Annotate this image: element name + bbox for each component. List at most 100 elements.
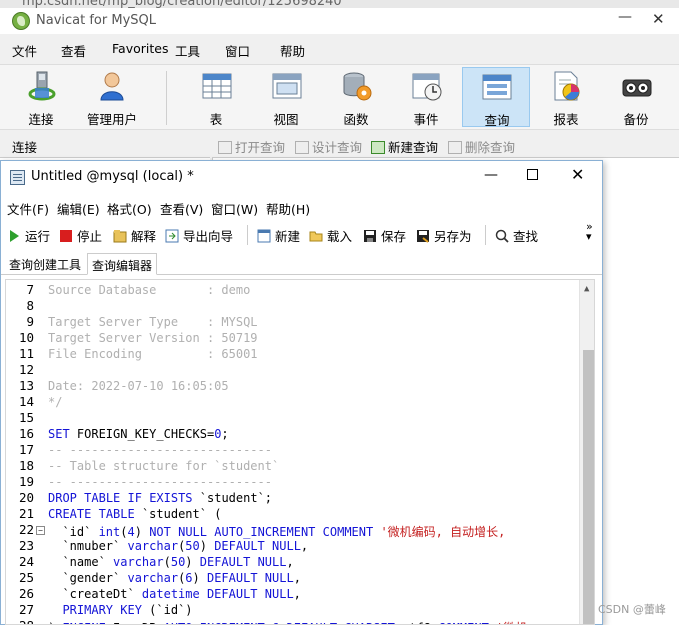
line-number: 28 — [6, 618, 34, 624]
query-menu-help[interactable]: 帮助(H) — [266, 199, 310, 218]
save-label: 保存 — [381, 229, 407, 244]
query-menu-format[interactable]: 格式(O) — [107, 199, 152, 218]
browser-url-strip: mp.csdn.net/mp_blog/creation/editor/1256… — [0, 0, 679, 8]
find-button[interactable]: 查找 — [495, 226, 538, 245]
new-button[interactable]: 新建 — [257, 226, 300, 245]
main-window-title: Navicat for MySQL — [36, 13, 156, 28]
folder-icon — [309, 231, 323, 242]
main-close-button[interactable]: ✕ — [652, 10, 665, 28]
query-window: Untitled @mysql (local) * — ✕ 文件(F) 编辑(E… — [0, 160, 603, 625]
line-number: 15 — [18, 410, 34, 425]
user-icon — [100, 72, 124, 101]
export-wizard-label: 导出向导 — [183, 229, 234, 244]
line-number: 9 — [26, 314, 34, 329]
query-minimize-button[interactable]: — — [484, 167, 498, 183]
main-toolbar: 连接 管理用户 表 视图 函数 事件 查询 报表 备份 — [0, 64, 679, 130]
new-query-icon — [371, 141, 385, 154]
run-icon — [10, 230, 19, 242]
code-line: CREATE TABLE `student` ( — [48, 507, 222, 521]
query-window-title: Untitled @mysql (local) * — [31, 169, 194, 184]
new-query-button[interactable]: 新建查询 — [371, 137, 438, 156]
code-line: `name` varchar(50) DEFAULT NULL, — [48, 555, 294, 569]
toolbar-table-button[interactable]: 表 — [183, 67, 249, 127]
csdn-watermark: CSDN @蕾峰 — [598, 603, 666, 616]
code-line: Date: 2022-07-10 16:05:05 — [48, 379, 229, 393]
query-menu-file[interactable]: 文件(F) — [7, 199, 49, 218]
query-toolbar: 运行 停止 解释 导出向导 新建 载入 保存 另存为 查找 » ▾ — [1, 221, 602, 247]
toolbar-backup-button[interactable]: 备份 — [603, 67, 669, 127]
toolbar-manage-users-button[interactable]: 管理用户 — [78, 67, 146, 127]
toolbar-query-button[interactable]: 查询 — [462, 67, 530, 128]
code-line: SET FOREIGN_KEY_CHECKS=0; — [48, 427, 229, 441]
toolbar-separator — [485, 225, 486, 245]
code-line: File Encoding : 65001 — [48, 347, 258, 361]
line-number: 16 — [18, 426, 34, 441]
fold-toggle-icon[interactable]: − — [36, 526, 45, 535]
code-line: `createDt` datetime DEFAULT NULL, — [48, 587, 301, 601]
line-number: 25 — [18, 570, 34, 585]
toolbar-function-button[interactable]: 函数 — [323, 67, 389, 127]
menu-view[interactable]: 查看 — [61, 41, 86, 60]
menu-file[interactable]: 文件 — [12, 41, 37, 60]
toolbar-query-label: 查询 — [484, 113, 510, 128]
new-query-label: 新建查询 — [388, 140, 439, 155]
toolbar-connect-button[interactable]: 连接 — [8, 67, 74, 127]
toolbar-event-button[interactable]: 事件 — [393, 67, 459, 127]
toolbar-report-label: 报表 — [553, 112, 579, 127]
design-query-button[interactable]: 设计查询 — [295, 137, 362, 156]
report-icon — [554, 71, 580, 101]
save-as-label: 另存为 — [434, 229, 472, 244]
main-title-bar: Navicat for MySQL — ✕ — [0, 8, 679, 34]
query-menu-window[interactable]: 窗口(W) — [211, 199, 258, 218]
toolbar-function-label: 函数 — [343, 112, 369, 127]
explain-label: 解释 — [131, 229, 157, 244]
delete-query-button[interactable]: 删除查询 — [448, 137, 515, 156]
run-button[interactable]: 运行 — [7, 226, 50, 245]
search-icon — [495, 229, 509, 243]
code-line: `nmuber` varchar(50) DEFAULT NULL, — [48, 539, 309, 553]
toolbar-view-label: 视图 — [273, 112, 299, 127]
function-icon — [343, 72, 372, 101]
menu-window[interactable]: 窗口 — [225, 41, 250, 60]
query-maximize-button[interactable] — [527, 169, 538, 180]
save-button[interactable]: 保存 — [363, 226, 406, 245]
toolbar-overflow-button[interactable]: » ▾ — [586, 221, 593, 242]
save-as-button[interactable]: 另存为 — [416, 226, 472, 245]
menu-tools[interactable]: 工具 — [175, 41, 200, 60]
object-toolbar: 连接 打开查询 设计查询 新建查询 删除查询 — [0, 134, 679, 156]
menu-favorites[interactable]: Favorites — [112, 41, 168, 56]
query-menu-view[interactable]: 查看(V) — [160, 199, 203, 218]
query-menu-edit[interactable]: 编辑(E) — [57, 199, 100, 218]
main-minimize-button[interactable]: — — [618, 9, 632, 25]
query-close-button[interactable]: ✕ — [571, 165, 584, 184]
query-tab-bar: 查询创建工具 查询编辑器 — [1, 251, 602, 275]
explain-button[interactable]: 解释 — [113, 226, 156, 245]
toolbar-report-button[interactable]: 报表 — [533, 67, 599, 127]
menu-help[interactable]: 帮助 — [280, 41, 305, 60]
line-number: 18 — [18, 458, 34, 473]
stop-label: 停止 — [77, 229, 103, 244]
scroll-up-arrow-icon[interactable]: ▲ — [584, 284, 589, 294]
toolbar-view-button[interactable]: 视图 — [253, 67, 319, 127]
tab-query-editor[interactable]: 查询编辑器 — [87, 253, 158, 275]
sql-editor[interactable]: 7 Source Database : demo 8 9 Target Server T… — [5, 279, 595, 625]
line-number: 11 — [18, 346, 34, 361]
export-icon — [165, 229, 179, 243]
code-line: Source Database : demo — [48, 283, 251, 297]
line-number: 27 — [18, 602, 34, 617]
design-query-icon — [295, 141, 309, 154]
line-number: 21 — [18, 506, 34, 521]
line-number: 22 — [18, 522, 34, 537]
toolbar-connect-label: 连接 — [28, 112, 54, 127]
line-number: 13 — [18, 378, 34, 393]
tab-query-builder[interactable]: 查询创建工具 — [5, 253, 85, 275]
load-button[interactable]: 载入 — [309, 226, 352, 245]
toolbar-separator — [247, 225, 248, 245]
scrollbar-thumb[interactable] — [583, 350, 594, 624]
editor-vertical-scrollbar[interactable]: ▲ — [579, 280, 594, 624]
open-query-button[interactable]: 打开查询 — [218, 137, 285, 156]
line-number: 23 — [18, 538, 34, 553]
export-wizard-button[interactable]: 导出向导 — [165, 226, 233, 245]
stop-button[interactable]: 停止 — [59, 226, 102, 245]
query-icon — [482, 74, 512, 100]
